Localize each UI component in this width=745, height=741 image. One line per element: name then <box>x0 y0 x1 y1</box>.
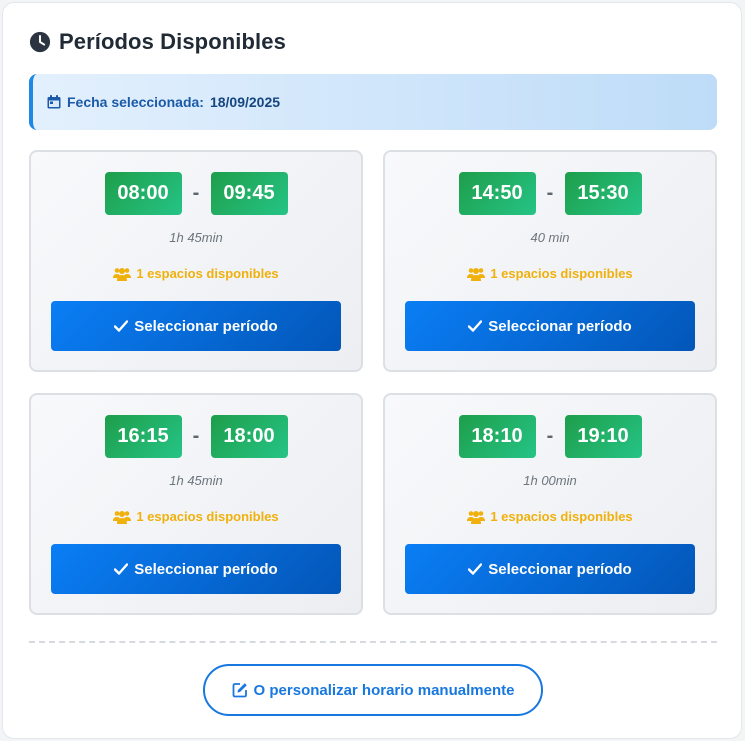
check-icon <box>114 563 129 575</box>
available-spaces: 1 espacios disponibles <box>385 266 715 281</box>
time-range: 18:10 - 19:10 <box>385 415 715 458</box>
spaces-text: 1 espacios disponibles <box>490 509 633 524</box>
manual-schedule-label: O personalizar horario manualmente <box>253 681 515 699</box>
edit-icon <box>232 683 247 698</box>
check-icon <box>468 563 483 575</box>
select-period-button[interactable]: Seleccionar período <box>405 544 695 594</box>
start-time: 16:15 <box>104 415 182 458</box>
check-icon <box>468 320 483 332</box>
time-range: 14:50 - 15:30 <box>385 172 715 215</box>
end-time: 18:00 <box>210 415 288 458</box>
period-card: 14:50 - 15:30 40 min 1 espacios disponib… <box>383 150 717 372</box>
end-time: 09:45 <box>210 172 288 215</box>
check-icon <box>114 320 129 332</box>
start-time: 18:10 <box>458 415 536 458</box>
date-label: Fecha seleccionada: <box>67 94 204 110</box>
manual-schedule-button[interactable]: O personalizar horario manualmente <box>203 664 543 716</box>
select-period-button[interactable]: Seleccionar período <box>51 544 341 594</box>
users-icon <box>113 267 132 281</box>
end-time: 19:10 <box>564 415 642 458</box>
start-time: 14:50 <box>458 172 536 215</box>
time-separator: - <box>192 425 200 447</box>
page-title: Períodos Disponibles <box>59 29 286 54</box>
selected-date-banner: Fecha seleccionada: 18/09/2025 <box>29 74 717 130</box>
select-period-button[interactable]: Seleccionar período <box>405 301 695 351</box>
select-period-label: Seleccionar período <box>488 560 632 578</box>
periods-panel: Períodos Disponibles Fecha seleccionada:… <box>2 2 742 739</box>
panel-header: Períodos Disponibles <box>29 29 286 55</box>
period-duration: 40 min <box>530 230 570 245</box>
end-time: 15:30 <box>564 172 642 215</box>
users-icon <box>467 267 486 281</box>
spaces-text: 1 espacios disponibles <box>136 266 279 281</box>
select-period-button[interactable]: Seleccionar período <box>51 301 341 351</box>
select-period-label: Seleccionar período <box>134 317 278 335</box>
selected-date-value: 18/09/2025 <box>209 94 281 110</box>
select-period-label: Seleccionar período <box>488 317 632 335</box>
calendar-icon <box>47 95 61 109</box>
time-separator: - <box>546 425 554 447</box>
period-duration: 1h 45min <box>169 230 223 245</box>
available-spaces: 1 espacios disponibles <box>31 266 361 281</box>
select-period-label: Seleccionar período <box>134 560 278 578</box>
spaces-text: 1 espacios disponibles <box>490 266 633 281</box>
section-divider <box>29 641 717 643</box>
time-separator: - <box>192 182 200 204</box>
clock-icon <box>29 31 51 53</box>
period-duration: 1h 45min <box>169 473 223 488</box>
period-card: 18:10 - 19:10 1h 00min 1 espacios dispon… <box>383 393 717 615</box>
available-spaces: 1 espacios disponibles <box>385 509 715 524</box>
spaces-text: 1 espacios disponibles <box>136 509 279 524</box>
period-card: 16:15 - 18:00 1h 45min 1 espacios dispon… <box>29 393 363 615</box>
users-icon <box>467 510 486 524</box>
time-range: 08:00 - 09:45 <box>31 172 361 215</box>
time-range: 16:15 - 18:00 <box>31 415 361 458</box>
users-icon <box>113 510 132 524</box>
period-duration: 1h 00min <box>523 473 577 488</box>
period-card: 08:00 - 09:45 1h 45min 1 espacios dispon… <box>29 150 363 372</box>
start-time: 08:00 <box>104 172 182 215</box>
time-separator: - <box>546 182 554 204</box>
available-spaces: 1 espacios disponibles <box>31 509 361 524</box>
